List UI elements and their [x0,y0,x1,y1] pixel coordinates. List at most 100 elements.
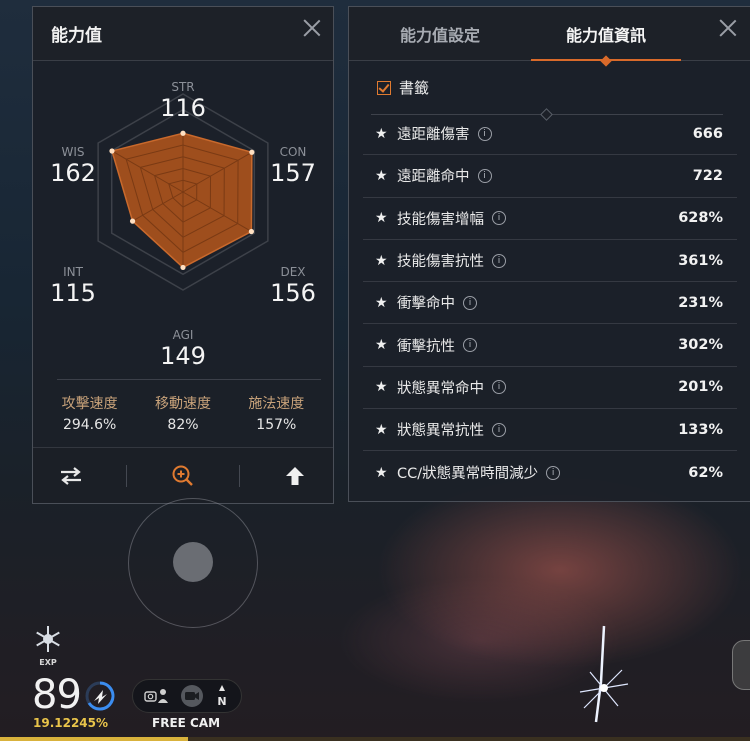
speed-attack: 攻擊速度 294.6% [62,393,118,433]
stat-row-value: 62% [688,464,723,481]
stat-row-name: 遠距離命中 [397,169,470,186]
star-icon[interactable]: ★ [375,379,397,395]
info-tabs: 能力值設定 能力值資訊 [349,7,750,61]
star-icon[interactable]: ★ [375,337,397,353]
radar-dot-str [180,130,186,136]
exp-progress-bar [0,737,750,741]
exp-ring-icon [85,681,115,711]
compass-label: N [217,695,226,708]
info-close-icon[interactable] [717,17,739,39]
stats-panel-header: 能力值 [33,7,333,61]
stat-row-name: 衝擊命中 [397,296,455,313]
stats-radar-chart: STR 116 CON 157 DEX 156 AGI 149 INT 115 … [50,80,316,370]
radar-dot-int [129,218,136,224]
speed-label: 攻擊速度 [61,396,118,412]
swap-button[interactable] [51,458,91,494]
exp-indicator: EXP [32,624,64,667]
stat-row-name: 狀態異常抗性 [397,423,484,440]
stat-row-value: 722 [692,167,723,184]
speed-label: 移動速度 [154,396,211,412]
info-icon[interactable]: i [546,465,561,480]
joystick-knob[interactable] [173,542,213,582]
stat-info-panel: 能力值設定 能力值資訊 書籤 ★ 遠距離傷害 i 666 ★ 遠距離命中 i 7… [348,6,750,502]
info-icon[interactable]: i [492,380,506,395]
info-icon[interactable]: i [492,211,506,226]
tab-stat-settings[interactable]: 能力值設定 [365,7,515,60]
stat-row-value: 133% [678,421,723,438]
list-item[interactable]: ★ 狀態異常抗性 i 133% [363,409,737,452]
stat-wis-label: WIS [61,145,84,159]
info-icon[interactable]: i [492,253,506,268]
stat-row-name: 技能傷害抗性 [397,254,484,271]
list-item[interactable]: ★ 技能傷害抗性 i 361% [363,240,737,283]
star-icon[interactable]: ★ [375,210,397,226]
star-icon[interactable]: ★ [375,168,397,184]
info-icon[interactable]: i [463,338,477,353]
zoom-button[interactable] [163,458,203,494]
list-item[interactable]: ★ 遠距離傷害 i 666 [363,113,737,156]
movement-joystick[interactable] [128,498,258,628]
swap-icon [60,466,81,485]
radar-dot-agi [180,264,186,271]
toolbar-separator [126,464,128,487]
star-icon[interactable]: ★ [375,422,397,438]
stats-panel: 能力值 STR 116 CON 157 DEX 156 AGI 149 INT … [32,6,334,504]
upgrade-arrow-icon [286,466,305,485]
stat-row-value: 361% [678,252,723,269]
speed-label: 施法速度 [248,396,305,412]
bookmark-checkbox-icon[interactable] [377,80,391,95]
compass-icon: N [217,685,227,708]
upgrade-button[interactable] [275,458,315,494]
camera-person-icon [144,689,168,703]
free-cam-label: FREE CAM [152,716,221,730]
stat-row-value: 666 [692,125,723,142]
side-menu-handle[interactable] [732,640,750,690]
snowflake-icon [36,626,60,652]
radar-dot-dex [248,228,254,235]
stats-divider [57,379,321,380]
stat-str-label: STR [171,80,194,94]
stat-con-label: CON [280,145,307,159]
list-item[interactable]: ★ 技能傷害增幅 i 628% [363,198,737,240]
list-item[interactable]: ★ 狀態異常命中 i 201% [363,367,737,410]
star-icon[interactable]: ★ [375,295,397,311]
toolbar-separator [238,464,240,487]
stat-int-label: INT [63,265,84,279]
radar-dot-wis [109,148,115,154]
bookmark-toggle[interactable]: 書籤 [377,77,429,98]
bookmark-label: 書籤 [399,79,430,97]
stat-dex-label: DEX [280,265,305,279]
stat-agi-label: AGI [173,328,194,342]
stat-row-value: 628% [678,210,723,227]
stats-close-icon[interactable] [301,17,323,39]
tab-stat-info[interactable]: 能力值資訊 [531,7,681,61]
exp-label: EXP [39,658,57,667]
zoom-in-icon [172,465,193,486]
list-item[interactable]: ★ 衝擊命中 i 231% [363,282,737,325]
exp-percent: 19.12245% [33,716,109,730]
stat-str-value: 116 [160,94,206,122]
list-item[interactable]: ★ CC/狀態異常時間減少 i 62% [363,451,737,493]
list-item[interactable]: ★ 衝擊抗性 i 302% [363,324,737,367]
star-icon[interactable]: ★ [375,126,397,142]
info-icon[interactable]: i [477,126,492,141]
video-camera-icon [181,685,203,707]
info-icon[interactable]: i [463,295,477,310]
list-item[interactable]: ★ 遠距離命中 i 722 [363,155,737,198]
stat-row-name: CC/狀態異常時間減少 [397,466,539,483]
speed-value: 294.6% [62,417,117,433]
star-icon[interactable]: ★ [375,253,397,269]
sparkle-effect [579,625,629,723]
radar-dot-con [249,149,255,155]
camera-controls[interactable]: N [132,679,242,713]
stat-wis-value: 162 [50,159,96,187]
stat-agi-value: 149 [160,342,206,370]
info-icon[interactable]: i [492,422,506,437]
stat-row-value: 302% [678,337,723,354]
star-icon[interactable]: ★ [375,465,397,481]
speed-cast: 施法速度 157% [248,393,304,433]
info-icon[interactable]: i [477,168,492,183]
speed-stats: 攻擊速度 294.6% 移動速度 82% 施法速度 157% [43,393,323,433]
stat-row-name: 狀態異常命中 [397,380,484,397]
speed-move: 移動速度 82% [155,393,211,433]
